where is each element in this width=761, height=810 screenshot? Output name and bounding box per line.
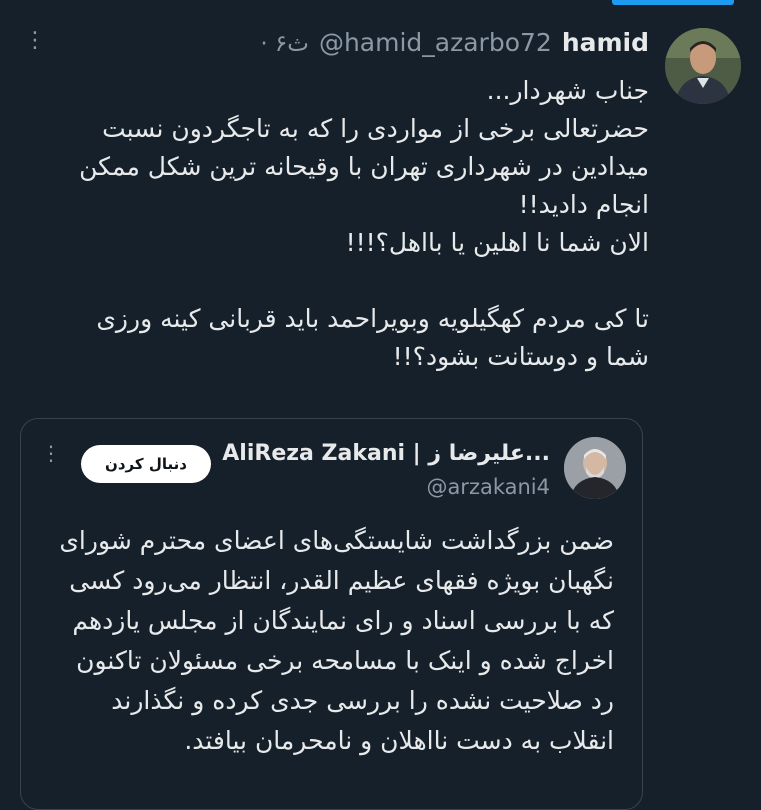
quoted-text-line: انقلاب به دست نااهلان و نامحرمان بیافتد. [184, 726, 614, 755]
tweet-text-line: الان شما نا اهلین یا بااهل؟!!! [345, 228, 649, 257]
follow-button[interactable]: دنبال کردن [81, 445, 211, 483]
tweet-time[interactable]: · ۶ث [260, 31, 309, 57]
more-dots-icon: ⋮ [24, 28, 46, 53]
quoted-more-options-button[interactable]: ⋮ [41, 443, 61, 463]
tweet-text-line: تا کی مردم کهگیلویه وبویراحمد باید قربان… [96, 304, 649, 333]
more-dots-icon: ⋮ [41, 441, 61, 465]
quoted-tweet[interactable]: AliReza Zakani | علیرضا ز... @arzakani4 … [20, 418, 643, 810]
tweet-text-line: شما و دوستانت بشود؟!! [392, 342, 649, 371]
tweet-handle[interactable]: @hamid_azarbo72 [319, 28, 552, 57]
more-options-button[interactable]: ⋮ [24, 30, 46, 64]
quoted-author-handle[interactable]: @arzakani4 [426, 475, 550, 499]
tweet[interactable]: ⋮ · ۶ث @hamid_azarbo72 hamid جناب شهردار… [0, 0, 761, 810]
tweet-text-line: میدادین در شهرداری تهران با وقیحانه ترین… [79, 152, 649, 181]
quoted-tweet-text: ضمن بزرگداشت شایستگی‌های اعضای محترم شور… [34, 521, 614, 761]
quoted-text-line: اخراج شده و اینک با مسامحه برخی مسئولان … [76, 646, 614, 675]
quoted-text-line: ضمن بزرگداشت شایستگی‌های اعضای محترم شور… [59, 526, 614, 555]
avatar[interactable] [665, 28, 741, 104]
quoted-text-line: نگهبان بویژه فقهای عظیم القدر، انتظار می… [69, 566, 614, 595]
tweet-author-name[interactable]: hamid [562, 28, 649, 57]
quoted-text-line: رد صلاحیت نشده را بررسی جدی کرده و نگذار… [111, 686, 614, 715]
tweet-text-line: جناب شهردار... [486, 76, 649, 105]
tweet-text: جناب شهردار... حضرتعالی برخی از مواردی ر… [39, 72, 649, 376]
tweet-header: · ۶ث @hamid_azarbo72 hamid [260, 28, 649, 62]
tweet-text-line: انجام دادید!! [518, 190, 649, 219]
tweet-text-line: حضرتعالی برخی از مواردی را که به تاجگردو… [102, 114, 649, 143]
quoted-avatar[interactable] [564, 437, 626, 499]
quoted-author-name[interactable]: AliReza Zakani | علیرضا ز... [222, 441, 550, 466]
quoted-text-line: که با بررسی اسناد و رای نمایندگان از مجل… [72, 606, 614, 635]
